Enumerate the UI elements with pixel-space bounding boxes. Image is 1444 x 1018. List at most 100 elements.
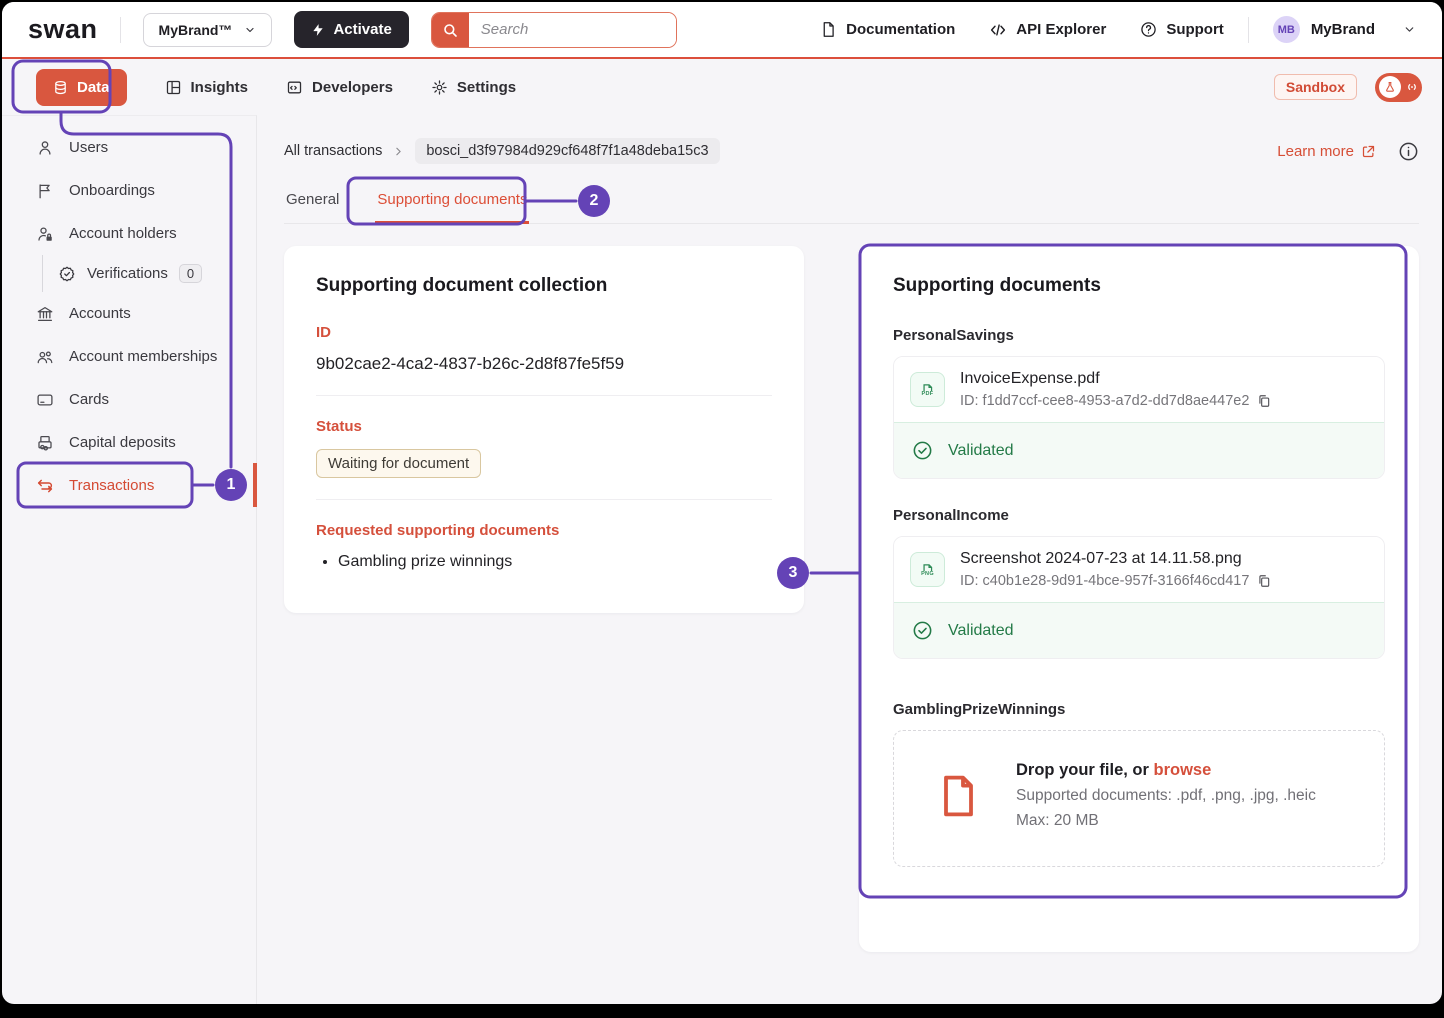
chevron-down-icon bbox=[244, 24, 256, 36]
search-button[interactable] bbox=[432, 13, 469, 47]
sandbox-toggle[interactable] bbox=[1375, 73, 1422, 102]
sidebar-item-transactions[interactable]: Transactions bbox=[2, 464, 256, 507]
flag-icon bbox=[36, 182, 54, 200]
documents-card-title: Supporting documents bbox=[893, 275, 1385, 297]
divider bbox=[1248, 17, 1249, 43]
status-label: Status bbox=[316, 418, 772, 435]
tab-developers-label: Developers bbox=[312, 79, 393, 96]
document-name: Screenshot 2024-07-23 at 14.11.58.png bbox=[960, 550, 1271, 568]
sidebar-item-account-holders[interactable]: Account holders bbox=[2, 212, 256, 255]
document-file-row[interactable]: PNG Screenshot 2024-07-23 at 14.11.58.pn… bbox=[894, 537, 1384, 602]
gear-icon bbox=[431, 79, 448, 96]
info-icon[interactable] bbox=[1398, 141, 1419, 162]
account-menu[interactable]: MB MyBrand bbox=[1273, 16, 1416, 43]
breadcrumb: All transactions bosci_d3f97984d929cf648… bbox=[284, 137, 1419, 165]
document-name: InvoiceExpense.pdf bbox=[960, 370, 1271, 388]
document-icon bbox=[820, 21, 837, 38]
section-personal-savings: PersonalSavings bbox=[893, 327, 1385, 344]
support-link[interactable]: Support bbox=[1140, 21, 1224, 38]
requested-document-item: Gambling prize winnings bbox=[338, 553, 772, 571]
brand-selector-dropdown[interactable]: MyBrand™ bbox=[143, 13, 273, 47]
check-circle-icon bbox=[912, 440, 933, 461]
topbar: swan MyBrand™ Activate bbox=[2, 2, 1442, 59]
copy-icon[interactable] bbox=[1257, 394, 1271, 408]
flask-icon bbox=[1379, 76, 1401, 98]
sidebar-item-onboardings[interactable]: Onboardings bbox=[2, 169, 256, 212]
sidebar-item-label: Verifications bbox=[87, 265, 168, 282]
dropzone-supported-formats: Supported documents: .pdf, .png, .jpg, .… bbox=[1016, 787, 1316, 805]
live-broadcast-icon bbox=[1404, 79, 1420, 95]
user-icon bbox=[36, 139, 54, 157]
transactions-icon bbox=[36, 477, 54, 495]
browse-link[interactable]: browse bbox=[1154, 761, 1212, 779]
tab-settings-label: Settings bbox=[457, 79, 516, 96]
tab-developers[interactable]: Developers bbox=[286, 79, 393, 96]
verifications-count-badge: 0 bbox=[179, 264, 202, 283]
sidebar-item-label: Users bbox=[69, 139, 108, 156]
section-personal-income: PersonalIncome bbox=[893, 507, 1385, 524]
learn-more-label: Learn more bbox=[1277, 143, 1354, 160]
detail-tabs: General Supporting documents bbox=[284, 191, 1419, 224]
tab-settings[interactable]: Settings bbox=[431, 79, 516, 96]
file-type-label: PDF bbox=[921, 391, 935, 397]
activate-button[interactable]: Activate bbox=[294, 11, 408, 48]
bank-icon bbox=[36, 305, 54, 323]
document-item: PDF InvoiceExpense.pdf ID: f1dd7ccf-cee8… bbox=[893, 356, 1385, 479]
person-lock-icon bbox=[36, 225, 54, 243]
search-icon bbox=[442, 22, 458, 38]
chevron-right-icon bbox=[392, 145, 405, 158]
database-icon bbox=[53, 80, 68, 95]
file-dropzone[interactable]: Drop your file, or browse Supported docu… bbox=[893, 730, 1385, 867]
dropzone-title: Drop your file, or bbox=[1016, 761, 1154, 779]
document-status-row: Validated bbox=[894, 602, 1384, 658]
sidebar-item-label: Account holders bbox=[69, 225, 177, 242]
sidebar-item-verifications[interactable]: Verifications 0 bbox=[42, 255, 256, 292]
sidebar-item-account-memberships[interactable]: Account memberships bbox=[2, 335, 256, 378]
breadcrumb-transaction-id: bosci_d3f97984d929cf648f7f1a48deba15c3 bbox=[415, 138, 719, 164]
requested-documents-label: Requested supporting documents bbox=[316, 522, 772, 539]
credit-card-icon bbox=[36, 391, 54, 409]
sidebar-item-users[interactable]: Users bbox=[2, 126, 256, 169]
divider bbox=[316, 499, 772, 500]
sidebar-item-label: Capital deposits bbox=[69, 434, 176, 451]
document-file-row[interactable]: PDF InvoiceExpense.pdf ID: f1dd7ccf-cee8… bbox=[894, 357, 1384, 422]
help-icon bbox=[1140, 21, 1157, 38]
document-item: PNG Screenshot 2024-07-23 at 14.11.58.pn… bbox=[893, 536, 1385, 659]
support-label: Support bbox=[1166, 21, 1224, 38]
external-link-icon bbox=[1361, 144, 1376, 159]
tab-general[interactable]: General bbox=[284, 191, 341, 223]
check-circle-icon bbox=[912, 620, 933, 641]
sidebar-item-capital-deposits[interactable]: Capital deposits bbox=[2, 421, 256, 464]
divider bbox=[120, 17, 121, 43]
tab-insights[interactable]: Insights bbox=[165, 79, 249, 96]
api-explorer-link[interactable]: API Explorer bbox=[989, 21, 1106, 39]
sidebar-item-label: Accounts bbox=[69, 305, 131, 322]
sidebar-item-label: Onboardings bbox=[69, 182, 155, 199]
sidebar-item-cards[interactable]: Cards bbox=[2, 378, 256, 421]
document-id: ID: f1dd7ccf-cee8-4953-a7d2-dd7d8ae447e2 bbox=[960, 393, 1249, 409]
validated-label: Validated bbox=[948, 442, 1014, 460]
validated-label: Validated bbox=[948, 622, 1014, 640]
account-name: MyBrand bbox=[1311, 21, 1375, 38]
supporting-document-collection-card: Supporting document collection ID 9b02ca… bbox=[284, 246, 804, 613]
collection-card-title: Supporting document collection bbox=[316, 275, 772, 297]
swan-logo: swan bbox=[28, 14, 98, 45]
document-id: ID: c40b1e28-9d91-4bce-957f-3166f46cd417 bbox=[960, 573, 1249, 589]
sidebar-item-accounts[interactable]: Accounts bbox=[2, 292, 256, 335]
tab-supporting-documents[interactable]: Supporting documents bbox=[375, 191, 529, 224]
capital-deposit-icon bbox=[36, 434, 54, 452]
documentation-link[interactable]: Documentation bbox=[820, 21, 955, 38]
tab-insights-label: Insights bbox=[191, 79, 249, 96]
search-box bbox=[431, 12, 677, 48]
search-input[interactable] bbox=[469, 13, 677, 47]
section-gambling-prize-winnings: GamblingPrizeWinnings bbox=[893, 701, 1385, 718]
learn-more-link[interactable]: Learn more bbox=[1277, 143, 1376, 160]
copy-icon[interactable] bbox=[1257, 574, 1271, 588]
lightning-icon bbox=[311, 23, 325, 37]
documentation-label: Documentation bbox=[846, 21, 955, 38]
chevron-down-icon bbox=[1403, 23, 1416, 36]
id-label: ID bbox=[316, 324, 772, 341]
tab-data[interactable]: Data bbox=[36, 69, 127, 106]
seal-check-icon bbox=[58, 265, 76, 283]
breadcrumb-all-transactions[interactable]: All transactions bbox=[284, 143, 382, 159]
